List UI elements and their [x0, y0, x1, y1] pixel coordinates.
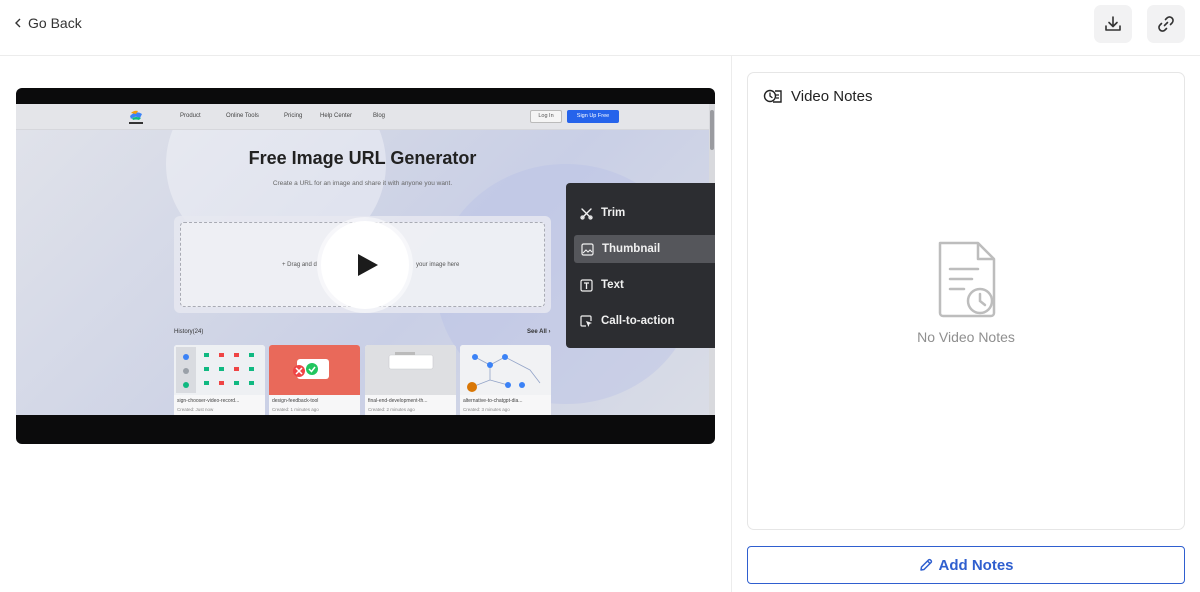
- history-thumbnail: [269, 345, 360, 395]
- scissors-icon: [580, 207, 593, 220]
- history-card: final-end-development-th... Created: 2 m…: [365, 345, 456, 415]
- video-player[interactable]: Product Online Tools Pricing Help Center…: [16, 88, 715, 444]
- menu-item-label: Thumbnail: [602, 243, 661, 255]
- video-notes-title: Video Notes: [791, 87, 873, 105]
- dropzone-text-left: + Drag and d: [282, 262, 317, 268]
- dropzone-text-right: your image here: [416, 262, 460, 268]
- menu-item-text[interactable]: Text: [566, 271, 715, 299]
- pencil-icon: [919, 558, 932, 571]
- menu-item-label: Trim: [601, 207, 626, 219]
- history-thumbnail: [174, 345, 265, 395]
- video-notes-panel: Video Notes No Video Notes: [747, 72, 1185, 530]
- history-card-date: Created: 3 minutes ago: [463, 407, 510, 412]
- video-scrollbar-thumb: [710, 110, 714, 150]
- link-icon: [1158, 16, 1174, 32]
- site-nav-bar: Product Online Tools Pricing Help Center…: [16, 104, 709, 130]
- site-login-button: Log In: [530, 110, 562, 123]
- menu-item-label: Text: [601, 279, 624, 291]
- site-nav-pricing: Pricing: [284, 113, 303, 119]
- menu-item-trim[interactable]: Trim: [566, 199, 715, 227]
- image-icon: [581, 242, 594, 256]
- menu-item-label: Call-to-action: [601, 315, 675, 327]
- see-all-link: See All ›: [527, 329, 551, 335]
- history-thumbnail: [365, 345, 456, 395]
- video-notes-icon: [763, 89, 782, 103]
- menu-item-thumbnail[interactable]: Thumbnail: [574, 235, 715, 263]
- play-button[interactable]: [321, 221, 409, 309]
- site-nav-online-tools: Online Tools: [226, 113, 259, 119]
- download-icon: [1105, 16, 1121, 31]
- menu-item-call-to-action[interactable]: Call-to-action: [566, 307, 715, 335]
- history-label: History(24): [174, 329, 204, 335]
- empty-notes-icon: [938, 241, 996, 318]
- empty-notes-text: No Video Notes: [917, 329, 1015, 345]
- history-card-title: design-feedback-tool: [272, 398, 319, 404]
- go-back-label: Go Back: [28, 15, 82, 31]
- site-title: Free Image URL Generator: [248, 148, 477, 168]
- history-card: alternative-to-chatgpt-dia... Created: 3…: [460, 345, 551, 415]
- play-icon: [358, 254, 378, 276]
- add-notes-button[interactable]: Add Notes: [747, 546, 1185, 584]
- add-notes-label: Add Notes: [938, 556, 1014, 574]
- download-button[interactable]: [1094, 5, 1132, 43]
- site-nav-product: Product: [180, 113, 201, 119]
- history-thumbnail: [460, 345, 551, 395]
- site-nav-blog: Blog: [373, 113, 386, 119]
- history-card-date: Created: Just now: [177, 407, 214, 412]
- site-logo-icon: [129, 110, 143, 124]
- video-notes-header: Video Notes: [763, 87, 872, 105]
- history-card: sign-chooser-video-record... Created: Ju…: [174, 345, 265, 415]
- chevron-left-icon: [15, 18, 21, 28]
- top-bar: Go Back: [0, 0, 1200, 56]
- cursor-click-icon: [580, 314, 592, 327]
- copy-link-button[interactable]: [1147, 5, 1185, 43]
- history-card-title: sign-chooser-video-record...: [177, 398, 240, 404]
- history-card-date: Created: 1 minutes ago: [272, 407, 319, 412]
- history-card-title: alternative-to-chatgpt-dia...: [463, 398, 523, 404]
- site-nav-help-center: Help Center: [320, 113, 353, 119]
- history-card-date: Created: 2 minutes ago: [368, 407, 415, 412]
- edit-menu: Trim Thumbnail Text Call-to-action: [566, 183, 715, 348]
- panel-divider: [731, 56, 732, 592]
- go-back-button[interactable]: Go Back: [14, 14, 82, 32]
- text-icon: [580, 278, 593, 292]
- site-signup-button: Sign Up Free: [567, 110, 619, 123]
- history-card-title: final-end-development-th...: [368, 398, 428, 404]
- history-card: design-feedback-tool Created: 1 minutes …: [269, 345, 360, 415]
